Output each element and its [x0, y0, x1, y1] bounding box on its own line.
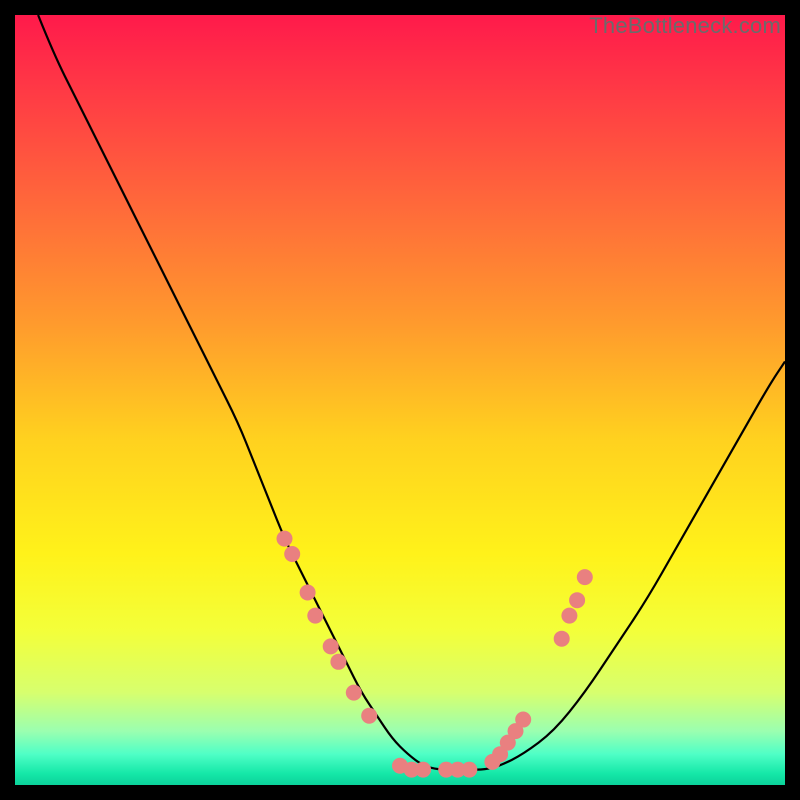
- chart-frame: TheBottleneck.com: [15, 15, 785, 785]
- marker-point: [346, 685, 362, 701]
- marker-point: [461, 762, 477, 778]
- marker-point: [307, 608, 323, 624]
- marker-point: [361, 708, 377, 724]
- marker-point: [577, 569, 593, 585]
- marker-point: [284, 546, 300, 562]
- gradient-background: [15, 15, 785, 785]
- marker-point: [569, 592, 585, 608]
- marker-point: [277, 531, 293, 547]
- marker-point: [415, 762, 431, 778]
- marker-point: [561, 608, 577, 624]
- marker-point: [323, 638, 339, 654]
- marker-point: [330, 654, 346, 670]
- watermark-label: TheBottleneck.com: [589, 13, 781, 39]
- marker-point: [554, 631, 570, 647]
- marker-point: [300, 585, 316, 601]
- bottleneck-chart: [15, 15, 785, 785]
- marker-point: [515, 712, 531, 728]
